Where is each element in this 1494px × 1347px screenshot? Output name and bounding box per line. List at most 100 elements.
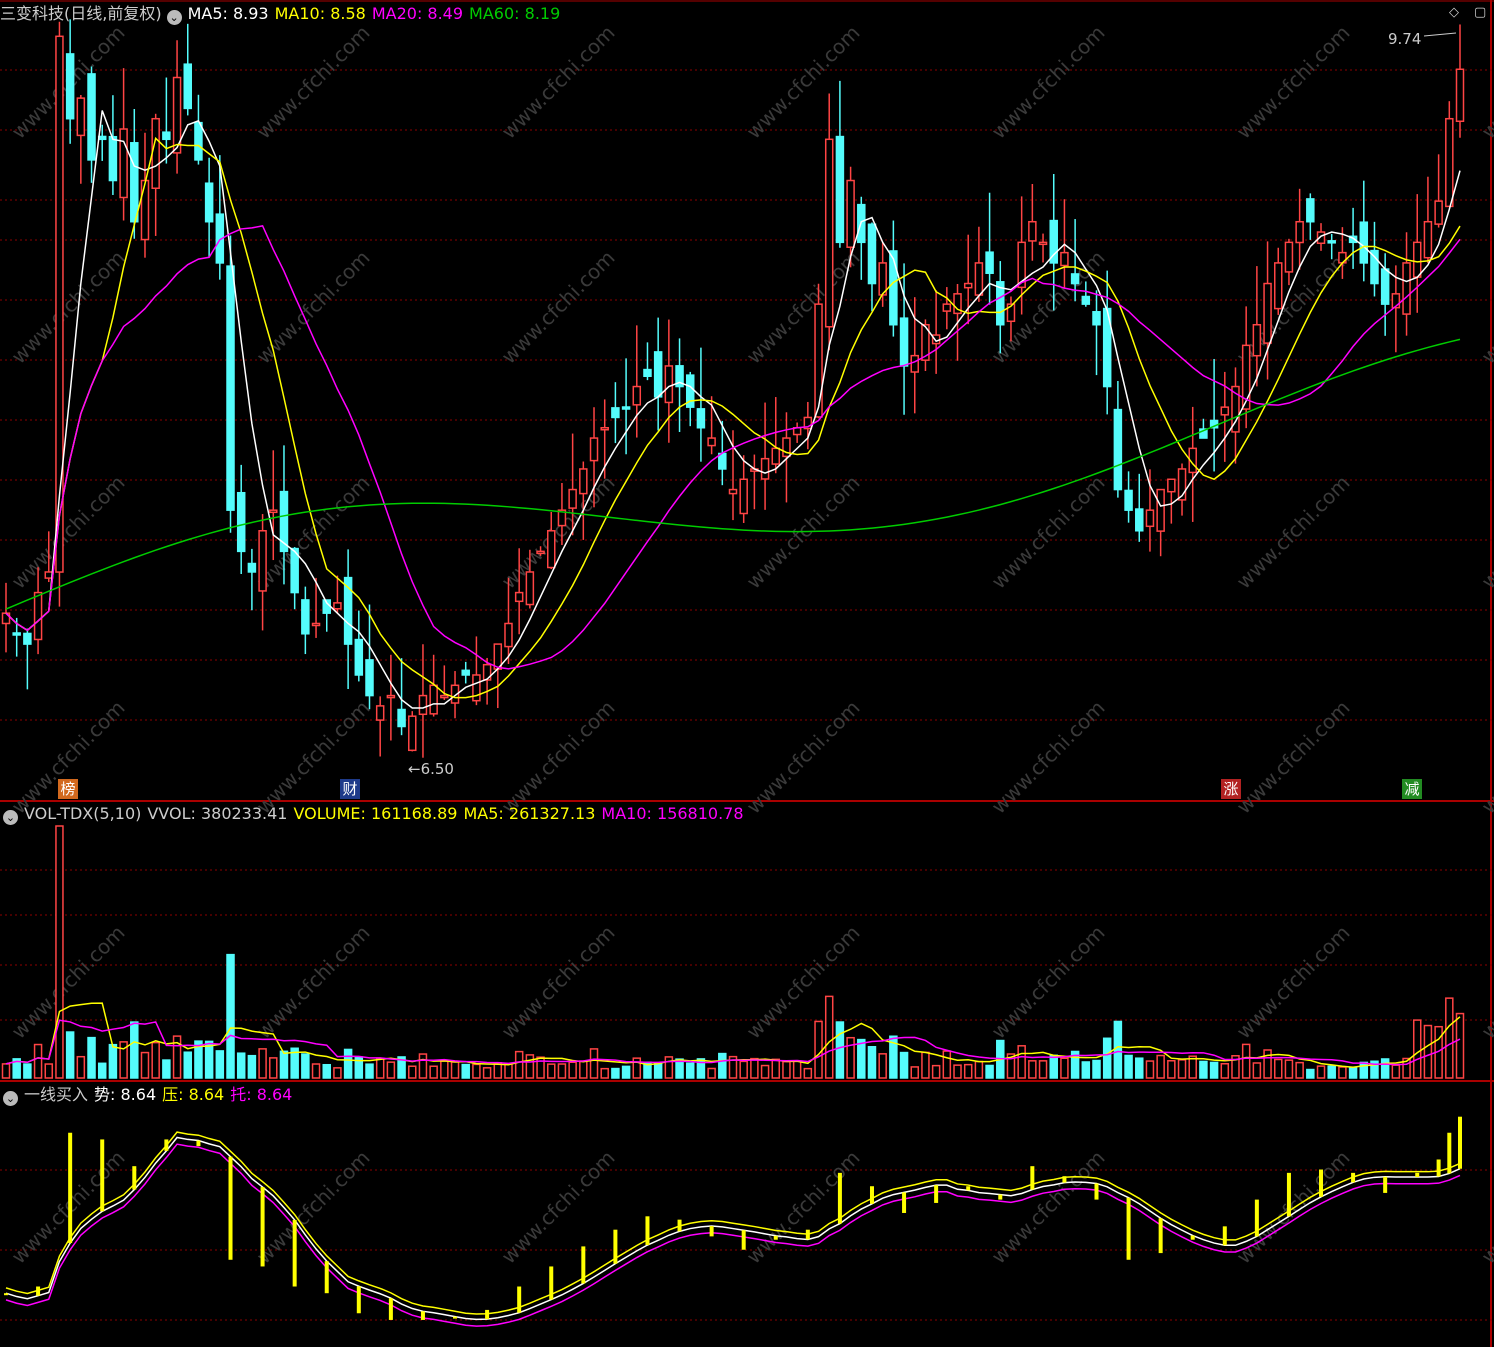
candle-body [867,223,877,285]
volume-bar [226,953,235,1079]
volume-bar [44,1063,54,1079]
chevron-down-icon[interactable]: ⌄ [166,10,182,25]
indicator-bar [805,1229,810,1240]
volume-bar [824,995,834,1079]
indicator-bar [100,1139,105,1212]
candle-body [835,135,845,244]
indicator-bar [132,1166,137,1190]
volume-bar [1028,1060,1037,1079]
chevron-down-icon[interactable]: ⌄ [3,810,18,825]
indicator-bar [1158,1218,1163,1254]
event-flag-zhang[interactable]: 涨 [1221,779,1241,799]
event-flag-bang[interactable]: 榜 [58,779,78,799]
candle-body [418,694,428,716]
volume-bar [707,1067,716,1079]
watermark-text: www.cfchi.com [252,921,375,1044]
candle-body [258,530,267,592]
candle-body [718,452,727,470]
volume-bar [1049,1054,1058,1079]
indicator-bar [645,1216,650,1246]
volume-bar [878,1053,887,1079]
volume-bar [718,1052,727,1079]
candle-body [568,488,577,509]
indicator-bar [1222,1226,1227,1246]
candle-body [664,365,674,404]
indicator-bar [934,1185,939,1203]
candle-body [365,659,374,697]
indicator-bar [1415,1172,1420,1178]
volume-bar [301,1053,310,1079]
indicator-bar [1319,1169,1324,1197]
volume-bar [1038,1060,1048,1079]
volume-bar [867,1046,877,1079]
chevron-down-icon[interactable]: ⌄ [3,1091,18,1106]
candle-body [1092,311,1101,326]
volume-bar [653,1062,663,1079]
indicator-bar [324,1261,329,1294]
volume-bar [504,1063,513,1079]
volume-bar [482,1067,492,1079]
candle-body [130,142,139,223]
indicator-bar [517,1286,522,1313]
watermark-text: www.cfchi.com [7,471,130,594]
volume-bar [739,1060,748,1079]
candle-body [408,715,417,752]
candle-body [65,53,75,120]
indicator-bar [1447,1132,1452,1174]
volume-bar [1274,1058,1283,1079]
candle-body [1135,508,1144,532]
candle-body [514,591,524,603]
volume-bar [664,1056,674,1079]
candle-body [472,674,481,702]
volume-bar [1156,1054,1165,1079]
volume-bar [621,1065,631,1079]
volume-bar [418,1053,428,1079]
volume-bar [792,1060,802,1079]
diamond-icon[interactable]: ◇ [1449,5,1459,20]
volume-bar [1316,1065,1326,1079]
indicator-bar [292,1219,297,1287]
event-flag-jian[interactable]: 减 [1402,779,1422,799]
volume-bar [183,1051,192,1079]
volume-bar [33,1043,43,1079]
candle-body [504,622,513,648]
chart-svg: www.cfchi.com www.cfchi.com www.cfchi.com w… [0,0,1494,1347]
volume-bar [685,1062,695,1079]
volume-bar [1220,1063,1230,1079]
ma20-label: MA20: 8.49 [371,4,464,23]
watermark-text: www.cfchi.com [987,21,1110,144]
volume-bar [1252,1062,1262,1079]
candle-body [1274,262,1283,310]
candle-body [226,265,235,511]
event-flag-cai[interactable]: 财 [340,779,360,799]
watermark-text: www.cfchi.com [497,21,620,144]
watermark-text: www.cfchi.com [7,246,130,369]
volume-bar [1113,1020,1123,1079]
square-icon[interactable]: ▢ [1474,5,1486,20]
volume-bar [258,1048,267,1079]
candle-body [461,669,470,676]
volume-bar [557,1063,567,1079]
candle-body [728,488,738,495]
volume-bar [1135,1057,1144,1079]
candle-body [910,354,919,373]
candle-body [1167,478,1176,493]
volume-bar [974,1060,984,1079]
volume-bar [814,1020,823,1079]
candle-body [621,406,631,410]
indicator-bar [1190,1235,1195,1240]
candle-body [269,509,278,514]
volume-bar [343,1048,353,1079]
volume-bar [857,1038,866,1079]
kline-chart[interactable]: www.cfchi.com www.cfchi.com www.cfchi.com w… [0,0,1494,1347]
volume-bar [985,1064,994,1079]
candle-body [760,457,770,480]
indicator-bar [902,1192,907,1213]
volume-bar [1199,1060,1208,1079]
candle-body [1145,509,1155,528]
candle-body [162,131,171,141]
indicator-bar [1286,1172,1291,1217]
volume-bar [1423,1024,1433,1079]
volume-bar [760,1064,770,1079]
volume-label: VOLUME: 161168.89 [293,804,458,823]
